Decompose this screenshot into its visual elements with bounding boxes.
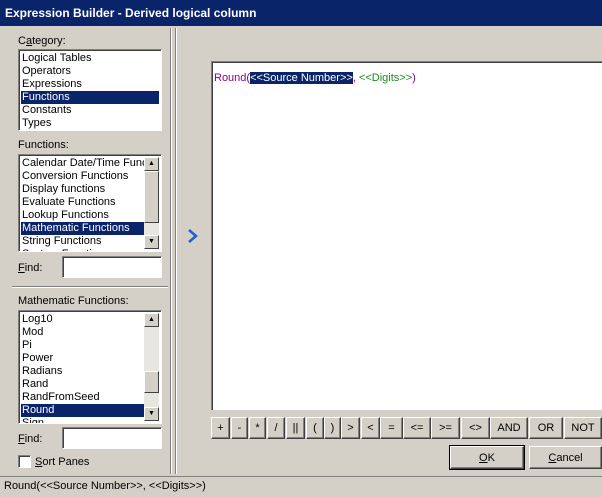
operator-button-plus[interactable]: + (211, 417, 230, 439)
functions-label: Functions: (18, 139, 69, 151)
operator-button-greater[interactable]: > (341, 417, 360, 439)
chevron-right-icon[interactable] (186, 228, 200, 244)
operator-button-close-paren[interactable]: ) (324, 417, 341, 439)
operator-button-less-equal[interactable]: <= (403, 417, 431, 439)
list-item[interactable]: Pi (21, 339, 144, 352)
functions-items: Calendar Date/Time FunctionsConversion F… (21, 157, 144, 251)
math-functions-label: Mathematic Functions: (18, 295, 129, 307)
math-find-label: Find: (18, 433, 43, 445)
operator-button-equals[interactable]: = (380, 417, 403, 439)
pane-splitter-right[interactable] (175, 28, 177, 474)
left-divider (12, 286, 168, 288)
list-item[interactable]: System Functions (21, 248, 144, 251)
list-item[interactable]: Calendar Date/Time Functions (21, 157, 144, 170)
list-item[interactable]: Expressions (21, 78, 159, 91)
math-find-input[interactable] (62, 427, 162, 449)
scroll-thumb[interactable] (144, 371, 159, 393)
expression-editor[interactable]: Round(<<Source Number>>, <<Digits>>) (211, 61, 602, 410)
list-item[interactable]: Operators (21, 65, 159, 78)
window-title: Expression Builder - Derived logical col… (0, 0, 602, 26)
expression-text: Round(<<Source Number>>, <<Digits>>) (214, 72, 416, 84)
math-functions-scrollbar[interactable]: ▲ ▼ (144, 313, 159, 421)
selected-argument: <<Source Number>> (250, 72, 353, 84)
sort-panes-checkbox[interactable] (18, 455, 31, 468)
list-item[interactable]: RandFromSeed (21, 391, 144, 404)
operator-button-multiply[interactable]: * (249, 417, 266, 439)
category-label: Category: (18, 35, 66, 47)
operator-button-or[interactable]: OR (529, 417, 563, 439)
list-item[interactable]: Lookup Functions (21, 209, 144, 222)
list-item[interactable]: Rand (21, 378, 144, 391)
functions-find-label: Find: (18, 262, 43, 274)
operator-button-greater-equal[interactable]: >= (431, 417, 460, 439)
operator-button-not-equal[interactable]: <> (461, 417, 490, 439)
operator-button-and[interactable]: AND (490, 417, 528, 439)
list-item[interactable]: Radians (21, 365, 144, 378)
operator-button-divide[interactable]: / (267, 417, 285, 439)
pane-splitter-left[interactable] (170, 28, 172, 474)
list-item[interactable]: Sign (21, 417, 144, 423)
list-item[interactable]: Conversion Functions (21, 170, 144, 183)
list-item[interactable]: Types (21, 117, 159, 130)
list-item[interactable]: Power (21, 352, 144, 365)
list-item[interactable]: String Functions (21, 235, 144, 248)
sort-panes-label[interactable]: Sort Panes (35, 456, 89, 468)
operator-button-concat[interactable]: || (286, 417, 305, 439)
list-item[interactable]: Functions (21, 91, 159, 104)
status-bar: Round(<<Source Number>>, <<Digits>>) (0, 476, 602, 497)
scroll-down-button[interactable]: ▼ (144, 407, 159, 421)
cancel-button[interactable]: Cancel (529, 446, 602, 469)
scroll-up-button[interactable]: ▲ (144, 157, 159, 171)
operator-button-minus[interactable]: - (231, 417, 248, 439)
list-item[interactable]: Mathematic Functions (21, 222, 144, 235)
operator-button-not[interactable]: NOT (564, 417, 602, 439)
list-item[interactable]: Constants (21, 104, 159, 117)
operator-button-open-paren[interactable]: ( (306, 417, 324, 439)
category-items: Logical Tables Operators Expressions Functi… (21, 52, 159, 130)
scroll-thumb[interactable] (144, 171, 159, 223)
math-functions-list[interactable]: Log10 Mod Pi Power Radians Rand RandFromSeed Ro… (18, 310, 162, 424)
operator-button-less[interactable]: < (361, 417, 380, 439)
functions-scrollbar[interactable]: ▲ ▼ (144, 157, 159, 249)
category-list[interactable]: Logical Tables Operators Expressions Functi… (18, 49, 162, 131)
ok-button[interactable]: OK (449, 445, 525, 470)
list-item[interactable]: Evaluate Functions (21, 196, 144, 209)
functions-find-input[interactable] (62, 256, 162, 278)
list-item[interactable]: Log10 (21, 313, 144, 326)
math-functions-items: Log10 Mod Pi Power Radians Rand RandFromSeed Ro… (21, 313, 144, 423)
list-item[interactable]: Logical Tables (21, 52, 159, 65)
list-item[interactable]: Display functions (21, 183, 144, 196)
functions-list[interactable]: Calendar Date/Time FunctionsConversion F… (18, 154, 162, 252)
list-item[interactable]: Round (21, 404, 144, 417)
list-item[interactable]: Mod (21, 326, 144, 339)
scroll-down-button[interactable]: ▼ (144, 235, 159, 249)
scroll-up-button[interactable]: ▲ (144, 313, 159, 327)
